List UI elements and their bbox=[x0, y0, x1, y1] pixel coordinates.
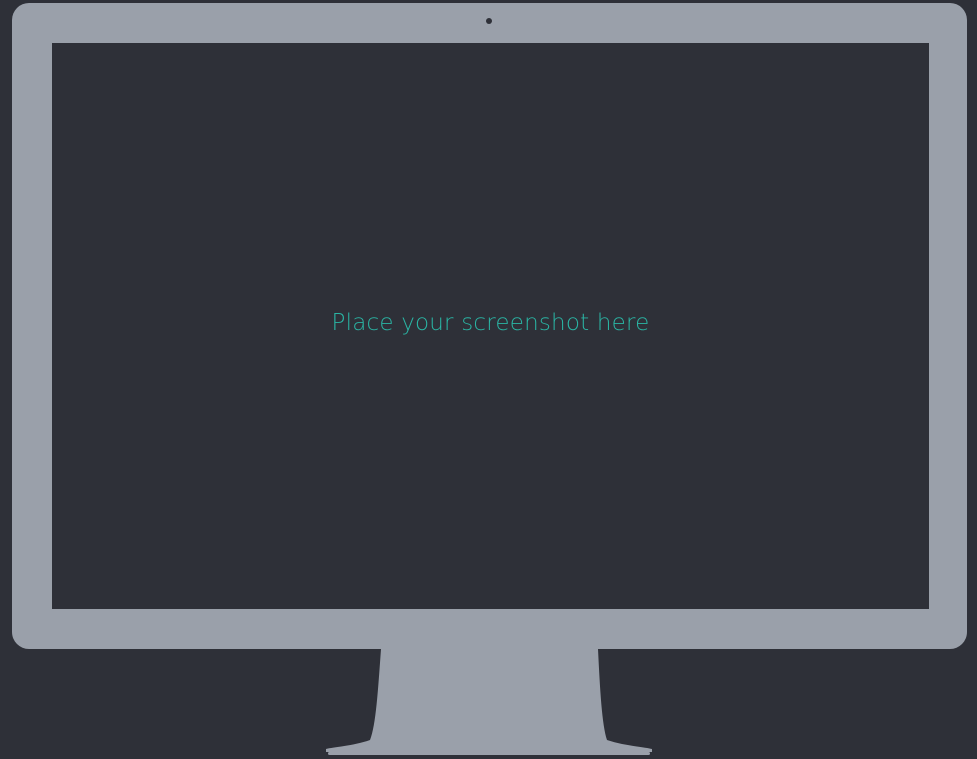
camera-dot-icon bbox=[486, 18, 492, 24]
monitor-screen: Place your screenshot here bbox=[52, 43, 929, 609]
screenshot-placeholder-text: Place your screenshot here bbox=[331, 310, 650, 336]
page: Place your screenshot here bbox=[0, 0, 977, 759]
